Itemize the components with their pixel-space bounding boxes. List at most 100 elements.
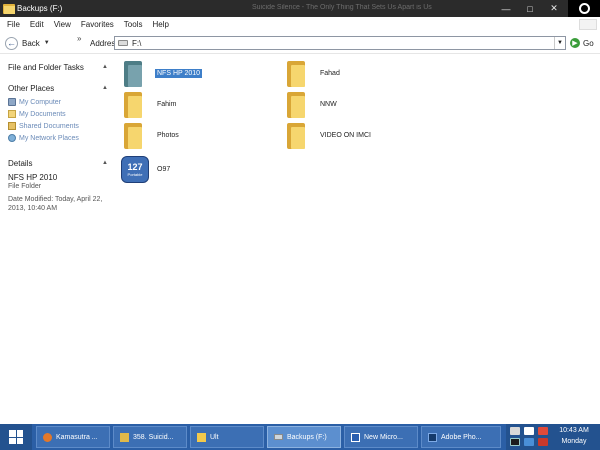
windows-logo-icon <box>579 19 597 30</box>
task-pane: File and Folder Tasks ▲ Other Places ▲ M… <box>0 54 116 424</box>
back-arrow-icon: ← <box>5 36 18 50</box>
folder-item[interactable]: NFS HP 2010 <box>120 56 203 90</box>
folder-icon <box>120 58 146 88</box>
photoshop-icon <box>428 432 437 442</box>
other-places-header[interactable]: Other Places ▲ <box>0 82 116 94</box>
go-button[interactable]: ▶ Go <box>570 38 594 48</box>
folder-item[interactable]: NNW <box>283 87 339 121</box>
taskbar-button-backups[interactable]: Backups (F:) <box>267 426 341 448</box>
sidebar-item-my-computer[interactable]: My Computer <box>8 96 116 108</box>
back-button[interactable]: ← Back ▼ <box>5 36 50 50</box>
cortana-button[interactable] <box>568 0 600 17</box>
taskbar-button-ult[interactable]: Ult <box>190 426 264 448</box>
error-icon[interactable] <box>538 438 548 446</box>
taskbar-button-label: Backups (F:) <box>287 433 327 441</box>
menu-view[interactable]: View <box>49 20 76 29</box>
details-name: NFS HP 2010 <box>8 173 58 182</box>
file-label: O97 <box>157 165 171 173</box>
chevron-down-icon[interactable]: ▲ <box>102 64 108 70</box>
taskbar-button-word[interactable]: New Micro... <box>344 426 418 448</box>
tray-icons <box>510 427 552 447</box>
minimize-button[interactable]: — <box>494 0 518 17</box>
folder-item[interactable]: Fahim <box>120 87 178 121</box>
background-window-title: Suicide Silence - The Only Thing That Se… <box>252 4 432 11</box>
close-button[interactable]: ✕ <box>542 0 566 17</box>
info-icon[interactable] <box>524 427 534 435</box>
shield-icon[interactable] <box>524 438 534 446</box>
menu-tools[interactable]: Tools <box>119 20 148 29</box>
taskbar-button-label: Kamasutra ... <box>56 433 98 441</box>
address-dropdown-icon[interactable]: ▼ <box>554 37 565 49</box>
taskbar-button-label: 358. Suicid... <box>133 433 174 441</box>
address-value[interactable]: F:\ <box>132 39 141 48</box>
folder-label: NNW <box>320 100 337 108</box>
network-icon[interactable] <box>510 427 520 435</box>
menu-bar: File Edit View Favorites Tools Help <box>0 17 600 32</box>
taskbar-button-label: New Micro... <box>364 433 403 441</box>
other-places-title: Other Places <box>8 83 55 93</box>
menu-file[interactable]: File <box>2 20 25 29</box>
folder-item[interactable]: VIDEO ON IMCI <box>283 118 373 152</box>
folder-item[interactable]: Photos <box>120 118 181 152</box>
circle-icon <box>578 3 590 14</box>
app-icon[interactable] <box>510 438 520 446</box>
file-folder-tasks-header[interactable]: File and Folder Tasks ▲ <box>0 61 116 73</box>
word-icon <box>351 432 360 442</box>
portable-127-icon: 127 Portable <box>120 154 149 184</box>
firefox-icon <box>43 432 52 442</box>
folder-label: VIDEO ON IMCI <box>320 131 371 139</box>
go-label: Go <box>583 38 594 48</box>
folder-label: Photos <box>157 131 179 139</box>
details-title: Details <box>8 158 33 168</box>
menu-edit[interactable]: Edit <box>25 20 49 29</box>
taskbar-button-folder-358[interactable]: 358. Suicid... <box>113 426 187 448</box>
go-arrow-icon: ▶ <box>570 38 580 48</box>
folder-icon <box>120 432 129 442</box>
alert-icon[interactable] <box>538 427 548 435</box>
chevron-down-icon[interactable]: ▼ <box>44 40 50 46</box>
taskbar-button-firefox[interactable]: Kamasutra ... <box>36 426 110 448</box>
details-header[interactable]: Details ▲ <box>0 157 116 169</box>
details-modified: Date Modified: Today, April 22, 2013, 10… <box>8 196 103 212</box>
taskbar-button-label: Adobe Pho... <box>441 433 482 441</box>
folder-icon <box>283 89 309 119</box>
start-button[interactable] <box>0 424 32 450</box>
chevron-up-icon[interactable]: ▲ <box>102 160 108 166</box>
sidebar-item-my-network-places[interactable]: My Network Places <box>8 132 116 144</box>
file-item[interactable]: 127 Portable O97 <box>120 152 172 186</box>
system-tray: 10:43 AM Monday <box>506 424 600 450</box>
taskbar: Kamasutra ... 358. Suicid... Ult Backups… <box>0 424 600 450</box>
folder-label: Fahim <box>157 100 177 108</box>
back-label: Back <box>22 38 40 48</box>
computer-icon <box>8 98 16 106</box>
maximize-button[interactable]: □ <box>518 0 542 17</box>
folder-item[interactable]: Fahad <box>283 56 342 90</box>
sidebar-item-my-documents[interactable]: My Documents <box>8 108 116 120</box>
toolbar-overflow-chevron[interactable]: » <box>77 34 81 43</box>
address-bar[interactable]: F:\ ▼ <box>114 36 566 50</box>
windows-logo-icon <box>9 430 23 444</box>
sidebar-item-label: My Computer <box>19 98 62 106</box>
folder-icon <box>283 120 309 150</box>
sidebar-item-shared-documents[interactable]: Shared Documents <box>8 120 116 132</box>
sidebar-item-label: My Network Places <box>19 134 79 142</box>
documents-icon <box>8 110 16 118</box>
menu-favorites[interactable]: Favorites <box>76 20 119 29</box>
clock-time[interactable]: 10:43 AM <box>554 427 594 434</box>
sidebar-item-label: My Documents <box>19 110 66 118</box>
taskbar-button-label: Ult <box>210 433 219 441</box>
folder-label: Fahad <box>320 69 340 77</box>
title-bar: Backups (F:) Suicide Silence - The Only … <box>0 0 600 17</box>
details-type: File Folder <box>8 183 42 190</box>
window-title: Backups (F:) <box>17 4 63 13</box>
shared-folder-icon <box>8 122 16 130</box>
taskbar-button-photoshop[interactable]: Adobe Pho... <box>421 426 501 448</box>
clock-day[interactable]: Monday <box>554 438 594 445</box>
network-icon <box>8 134 16 142</box>
file-folder-tasks-section: File and Folder Tasks ▲ <box>0 61 116 73</box>
toolbar: ← Back ▼ » Address F:\ ▼ ▶ Go <box>0 32 600 54</box>
window-controls: — □ ✕ <box>494 0 566 17</box>
menu-help[interactable]: Help <box>147 20 173 29</box>
chevron-up-icon[interactable]: ▲ <box>102 85 108 91</box>
portable-icon-caption: Portable <box>127 171 143 177</box>
